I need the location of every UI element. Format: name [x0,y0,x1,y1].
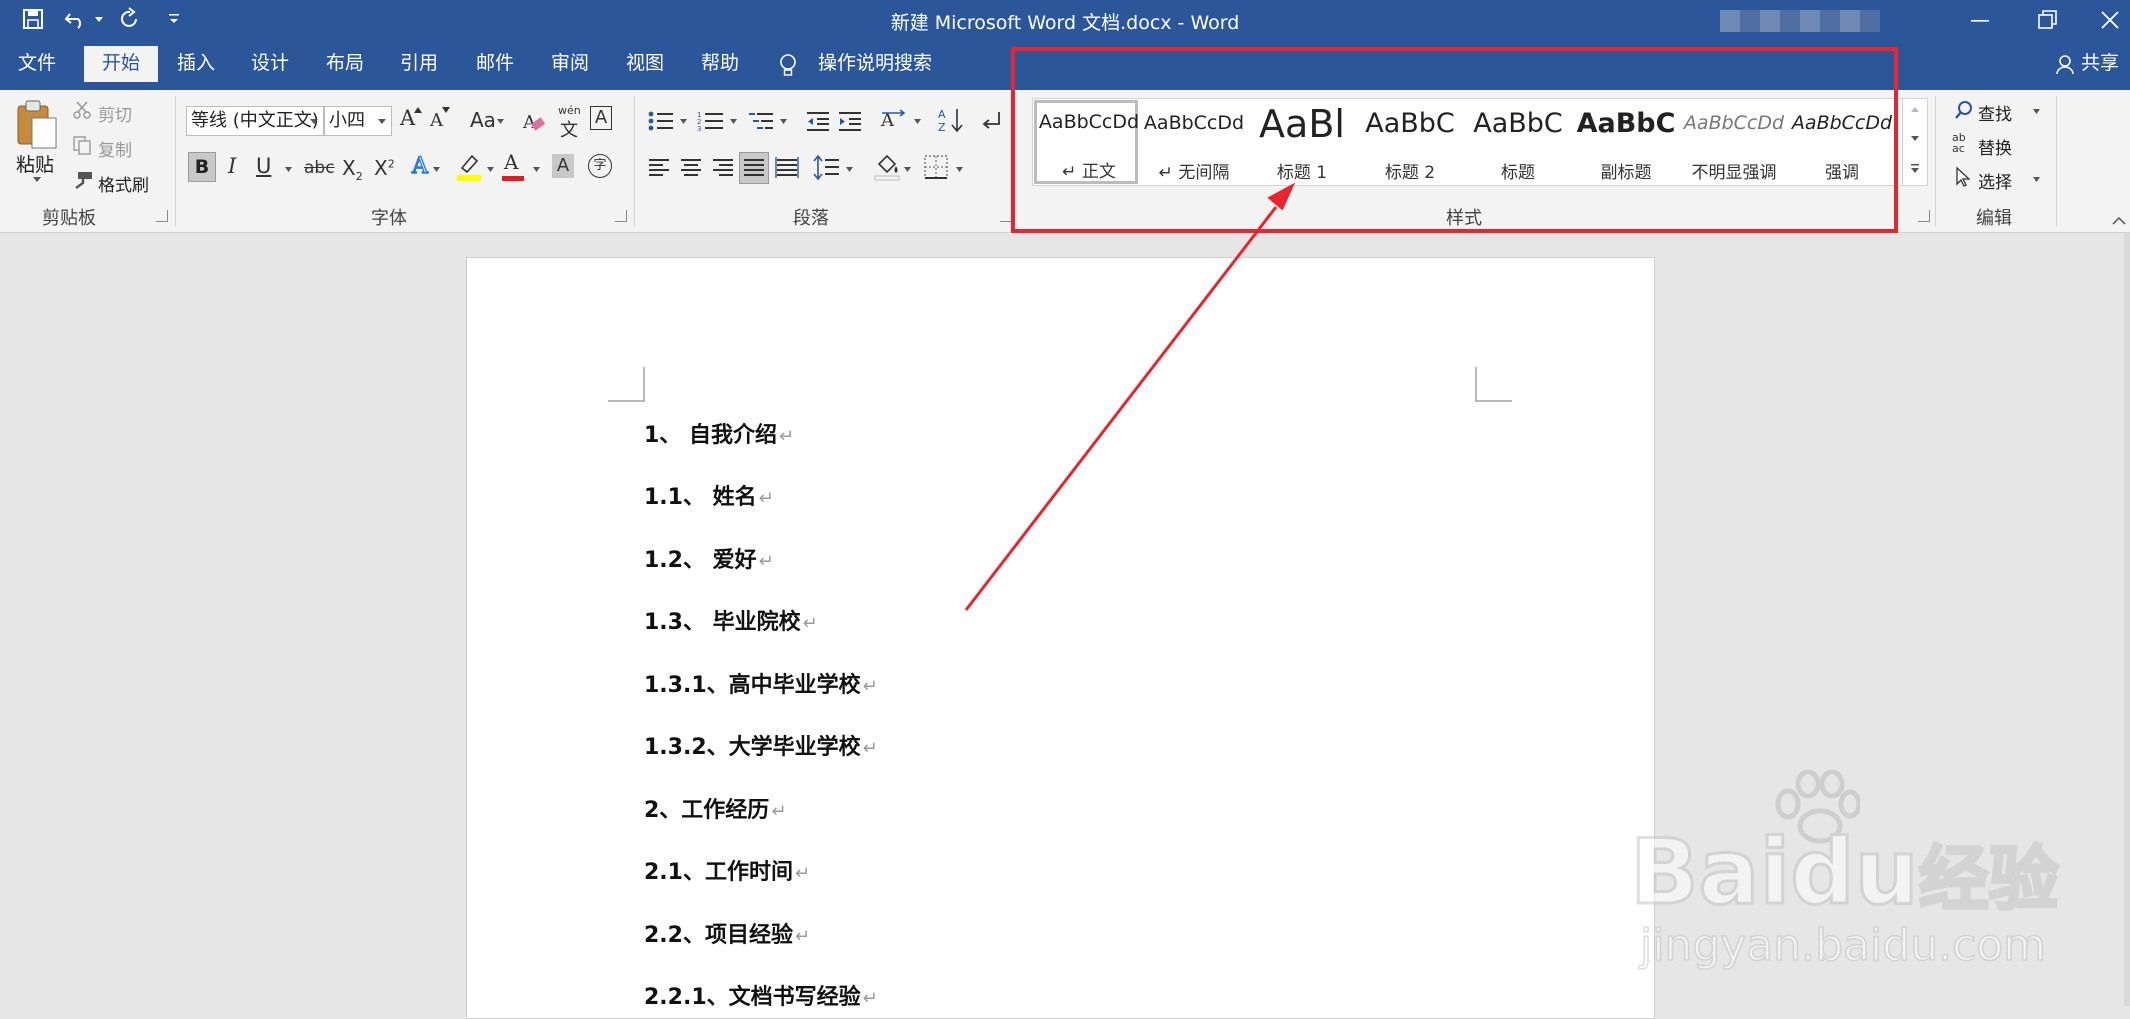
watermark-bai: Bai [1628,819,1791,927]
watermark-url: jingyan.baidu.com [1639,919,2047,972]
baidu-watermark: Baidu经验 jingyan.baidu.com [1628,770,2130,1006]
watermark-du: du [1789,819,1920,927]
watermark-brand: Baidu经验 [1628,819,2060,927]
watermark-jingyan: 经验 [1917,837,2060,922]
